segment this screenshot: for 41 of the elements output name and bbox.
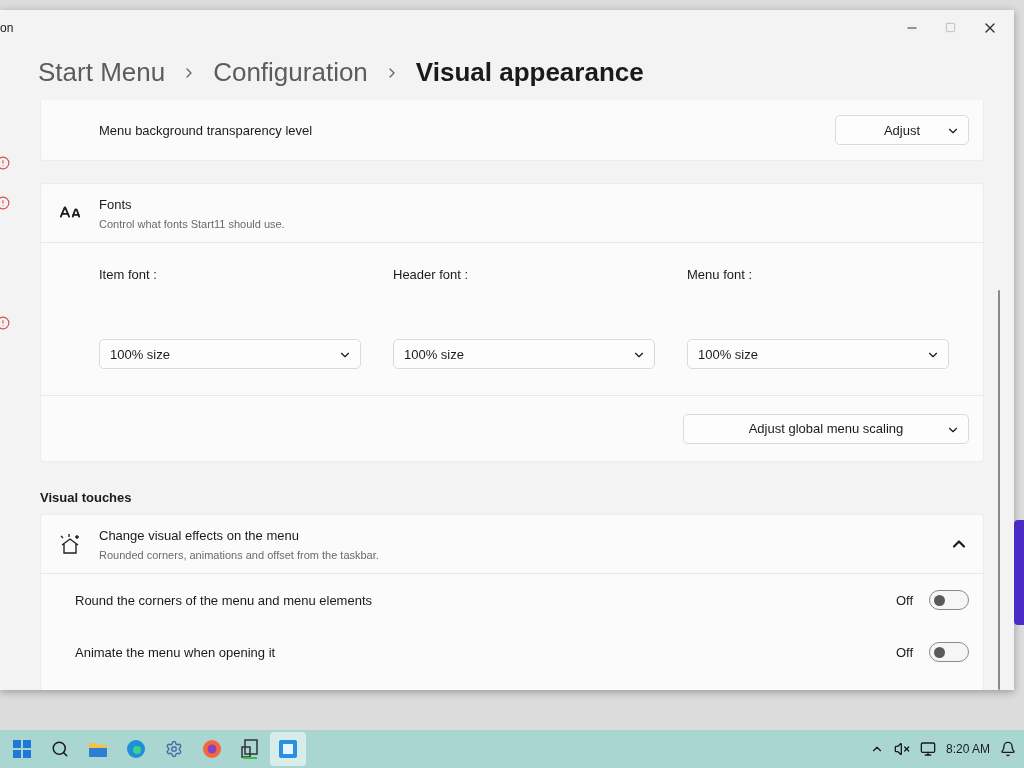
card-description: Control what fonts Start11 should use.: [99, 217, 285, 230]
font-label: Item font :: [99, 267, 158, 282]
toggle-state: Off: [895, 592, 913, 608]
option-label: Round the corners of the menu and menu elements: [75, 592, 372, 608]
scrollbar-thumb[interactable]: [998, 290, 1000, 690]
alert-icon: [0, 196, 10, 210]
clock-time[interactable]: 8:20 AM: [945, 742, 990, 756]
font-label: Header font :: [393, 267, 470, 282]
size-dropdown[interactable]: 100% size: [393, 339, 655, 369]
scaling-dropdown[interactable]: Adjust global menu scaling: [683, 413, 969, 444]
card-title: Change visual effects on the menu: [99, 527, 300, 543]
section-heading: Visual touches: [40, 490, 133, 505]
alert-icon: [0, 316, 10, 330]
adjust-dropdown[interactable]: Adjust: [835, 115, 969, 145]
muted-speaker-icon[interactable]: [893, 741, 910, 757]
window-title: on: [0, 20, 14, 35]
breadcrumb-item[interactable]: Configuration: [213, 57, 368, 88]
sparkle-house-icon: [59, 533, 81, 555]
windows-icon: [13, 740, 31, 758]
setting-label: Menu background transparency level: [99, 122, 313, 138]
breadcrumb-item[interactable]: Start Menu: [38, 57, 166, 88]
alert-icon: [0, 156, 10, 170]
app-icon: [278, 739, 298, 759]
bell-icon[interactable]: [1000, 741, 1016, 757]
toggle-state: Off: [895, 644, 913, 660]
size-dropdown[interactable]: 100% size: [99, 339, 361, 369]
font-label: Menu font :: [687, 267, 754, 282]
gear-icon: [165, 740, 183, 758]
toggle-switch[interactable]: [929, 642, 969, 662]
browser-icon: [202, 739, 222, 759]
app-icon: [241, 739, 259, 759]
monitor-icon[interactable]: [919, 741, 936, 757]
folder-icon: [88, 740, 108, 758]
card-description: Rounded corners, animations and offset from the taskbar.: [99, 548, 379, 561]
browser-icon: [126, 739, 146, 759]
toggle-switch[interactable]: [929, 590, 969, 610]
breadcrumb-item: Visual appearance: [415, 57, 644, 88]
option-label: Animate the menu when opening it: [75, 644, 276, 660]
card-title: Fonts: [99, 196, 133, 212]
search-icon: [51, 740, 69, 758]
size-dropdown[interactable]: 100% size: [687, 339, 949, 369]
